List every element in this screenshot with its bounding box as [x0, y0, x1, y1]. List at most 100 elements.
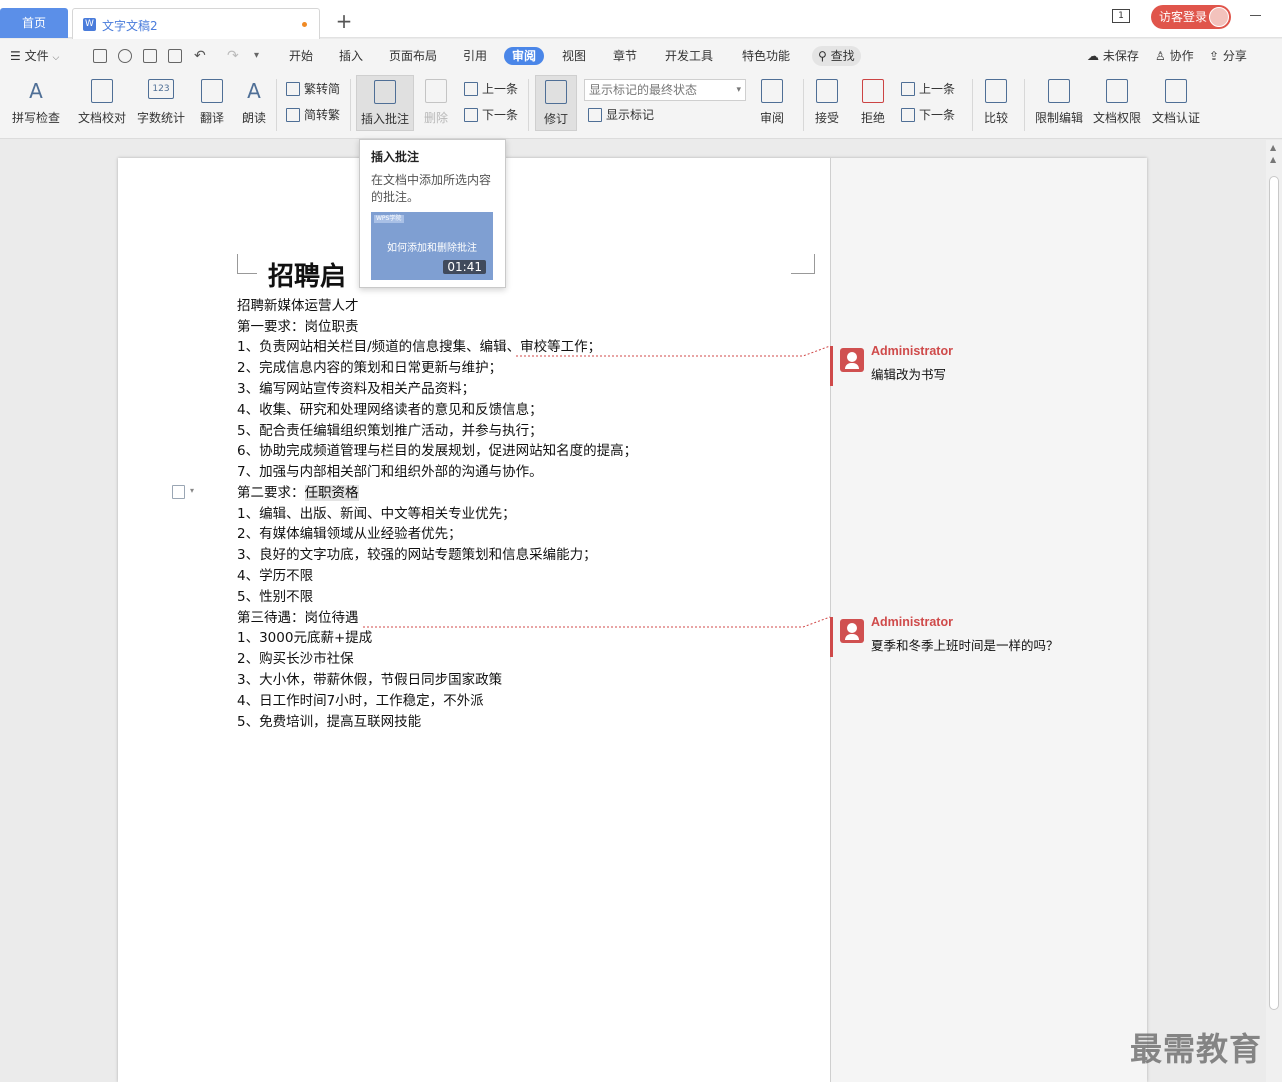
tab-developer[interactable]: 开发工具	[665, 39, 713, 73]
export-icon[interactable]	[118, 49, 132, 63]
translate-button[interactable]: 翻译	[192, 75, 232, 131]
share-button[interactable]: ⇪ 分享	[1209, 39, 1247, 73]
review-pane-button[interactable]: 审阅	[754, 75, 790, 131]
next-comment-icon	[464, 108, 478, 122]
display-state-select[interactable]: 显示标记的最终状态 ▾	[584, 79, 746, 101]
comment-balloon[interactable]: Administrator 夏季和冬季上班时间是一样的吗？	[830, 615, 1147, 657]
tab-layout[interactable]: 页面布局	[389, 39, 437, 73]
read-aloud-button[interactable]: A 朗读	[238, 75, 270, 131]
doc-line[interactable]: 4、收集、研究和处理网络读者的意见和反馈信息；	[237, 400, 543, 420]
accept-button[interactable]: 接受	[809, 75, 845, 131]
preview-icon[interactable]	[168, 49, 182, 63]
doc-certify-button[interactable]: 文档认证	[1151, 75, 1201, 131]
doc-proof-button[interactable]: 文档校对	[76, 75, 128, 131]
doc-line[interactable]: 2、完成信息内容的策划和日常更新与维护；	[237, 358, 502, 378]
doc-line[interactable]: 5、免费培训，提高互联网技能	[237, 712, 421, 732]
show-marks-button[interactable]: 显示标记	[588, 105, 654, 125]
print-icon[interactable]	[143, 49, 157, 63]
delete-comment-label: 删除	[423, 111, 448, 125]
comment-text[interactable]: 编辑改为书写	[871, 364, 946, 383]
next-comment-button[interactable]: 下一条	[464, 105, 518, 125]
avatar	[1209, 7, 1229, 27]
save-icon[interactable]	[93, 49, 107, 63]
comment-author: Administrator	[871, 615, 953, 629]
delete-comment-button[interactable]: 删除	[418, 75, 454, 131]
collab-button[interactable]: ♙ 协作	[1155, 39, 1194, 73]
comment-text[interactable]: 夏季和冬季上班时间是一样的吗？	[871, 635, 1059, 654]
minimize-icon[interactable]	[1250, 15, 1261, 16]
tab-home[interactable]: 首页	[0, 8, 68, 38]
doc-line[interactable]: 3、大小休，带薪休假，节假日同步国家政策	[237, 670, 502, 690]
doc-line[interactable]: 2、有媒体编辑领域从业经验者优先；	[237, 524, 462, 544]
next-comment-label: 下一条	[482, 108, 519, 122]
tutorial-video-thumbnail[interactable]: WPS学院 如何添加和删除批注 01:41	[371, 212, 493, 280]
divider	[972, 79, 973, 131]
unsaved-status[interactable]: ☁ 未保存	[1087, 39, 1139, 73]
divider	[803, 79, 804, 131]
redo-icon[interactable]: ↷	[227, 39, 239, 73]
tooltip-title: 插入批注	[371, 150, 420, 164]
compare-icon	[985, 79, 1007, 103]
doc-line[interactable]: 第一要求：岗位职责	[237, 317, 359, 337]
file-menu[interactable]: ☰ 文件 ⌵	[10, 39, 59, 73]
restrict-edit-button[interactable]: 限制编辑	[1034, 75, 1084, 131]
simp-to-trad-button[interactable]: 简转繁	[286, 105, 340, 125]
new-tab-button[interactable]: +	[334, 11, 354, 31]
doc-line[interactable]: 第三待遇：岗位待遇	[237, 608, 359, 628]
document-page[interactable]: 招聘启 招聘新媒体运营人才 第一要求：岗位职责 1、负责网站相关栏目/频道的信息…	[118, 158, 1147, 1082]
doc-line[interactable]: 4、日工作时间7小时，工作稳定，不外派	[237, 691, 484, 711]
doc-line[interactable]: 4、学历不限	[237, 566, 313, 586]
prev-comment-button[interactable]: 上一条	[464, 79, 518, 99]
paragraph-icon[interactable]	[172, 485, 185, 499]
word-count-label: 字数统计	[136, 111, 185, 125]
track-changes-button[interactable]: 修订	[535, 75, 577, 131]
tab-reference[interactable]: 引用	[463, 39, 487, 73]
undo-icon[interactable]: ↶	[194, 39, 206, 73]
vertical-scrollbar[interactable]: ▲ ▲	[1266, 140, 1282, 1082]
tab-view[interactable]: 视图	[562, 39, 586, 73]
search-button[interactable]: ⚲ 查找	[812, 46, 861, 66]
doc-line[interactable]: 第二要求：任职资格	[237, 483, 359, 503]
doc-line[interactable]: 3、编写网站宣传资料及相关产品资料；	[237, 379, 475, 399]
doc-line[interactable]: 1、3000元底薪+提成	[237, 628, 372, 648]
doc-line[interactable]: 招聘新媒体运营人才	[237, 296, 359, 316]
review-pane-label: 审阅	[759, 111, 784, 125]
doc-line[interactable]: 7、加强与内部相关部门和组织外部的沟通与协作。	[237, 462, 543, 482]
paragraph-dropdown-icon[interactable]: ▾	[190, 486, 194, 495]
doc-line[interactable]: 6、协助完成频道管理与栏目的发展规划，促进网站知名度的提高；	[237, 441, 637, 461]
scroll-up-icon[interactable]: ▲	[1270, 155, 1276, 164]
tab-review[interactable]: 审阅	[504, 47, 545, 65]
doc-permission-button[interactable]: 文档权限	[1092, 75, 1142, 131]
more-chevron-icon[interactable]: ▾	[254, 39, 259, 73]
comment-author: Administrator	[871, 344, 953, 358]
tab-insert[interactable]: 插入	[339, 39, 363, 73]
scroll-up-icon[interactable]: ▲	[1270, 143, 1276, 152]
trad-to-simp-button[interactable]: 繁转简	[286, 79, 340, 99]
prev-change-button[interactable]: 上一条	[901, 79, 955, 99]
doc-line[interactable]: 5、性别不限	[237, 587, 313, 607]
doc-line[interactable]: 1、负责网站相关栏目/频道的信息搜集、编辑、审校等工作；	[237, 337, 601, 357]
word-count-button[interactable]: 123 字数统计	[135, 75, 187, 131]
commented-text-highlight[interactable]: 任职资格	[304, 485, 359, 501]
spell-check-button[interactable]: A 拼写检查	[6, 75, 66, 131]
tab-chapter[interactable]: 章节	[613, 39, 637, 73]
simp-trad-icon	[286, 108, 300, 122]
login-button[interactable]: 访客登录	[1151, 5, 1231, 29]
doc-line[interactable]: 3、良好的文字功底，较强的网站专题策划和信息采编能力；	[237, 545, 597, 565]
tab-features[interactable]: 特色功能	[742, 39, 790, 73]
insert-comment-button[interactable]: 插入批注	[356, 75, 414, 131]
window-count-icon[interactable]: 1	[1112, 9, 1130, 23]
video-caption: 如何添加和删除批注	[387, 243, 477, 254]
next-change-button[interactable]: 下一条	[901, 105, 955, 125]
compare-button[interactable]: 比较	[978, 75, 1014, 131]
reject-button[interactable]: 拒绝	[855, 75, 891, 131]
doc-line[interactable]: 2、购买长沙市社保	[237, 649, 354, 669]
doc-line[interactable]: 5、配合责任编辑组织策划推广活动，并参与执行；	[237, 421, 543, 441]
tooltip-description: 在文档中添加所选内容的批注。	[371, 173, 492, 204]
comment-balloon[interactable]: Administrator 编辑改为书写	[830, 344, 1147, 386]
tab-document[interactable]: W 文字文稿2	[72, 8, 320, 39]
doc-line[interactable]: 1、编辑、出版、新闻、中文等相关专业优先；	[237, 504, 516, 524]
scrollbar-thumb[interactable]	[1269, 176, 1279, 1010]
tab-start[interactable]: 开始	[289, 39, 313, 73]
document-title[interactable]: 招聘启	[268, 256, 346, 293]
